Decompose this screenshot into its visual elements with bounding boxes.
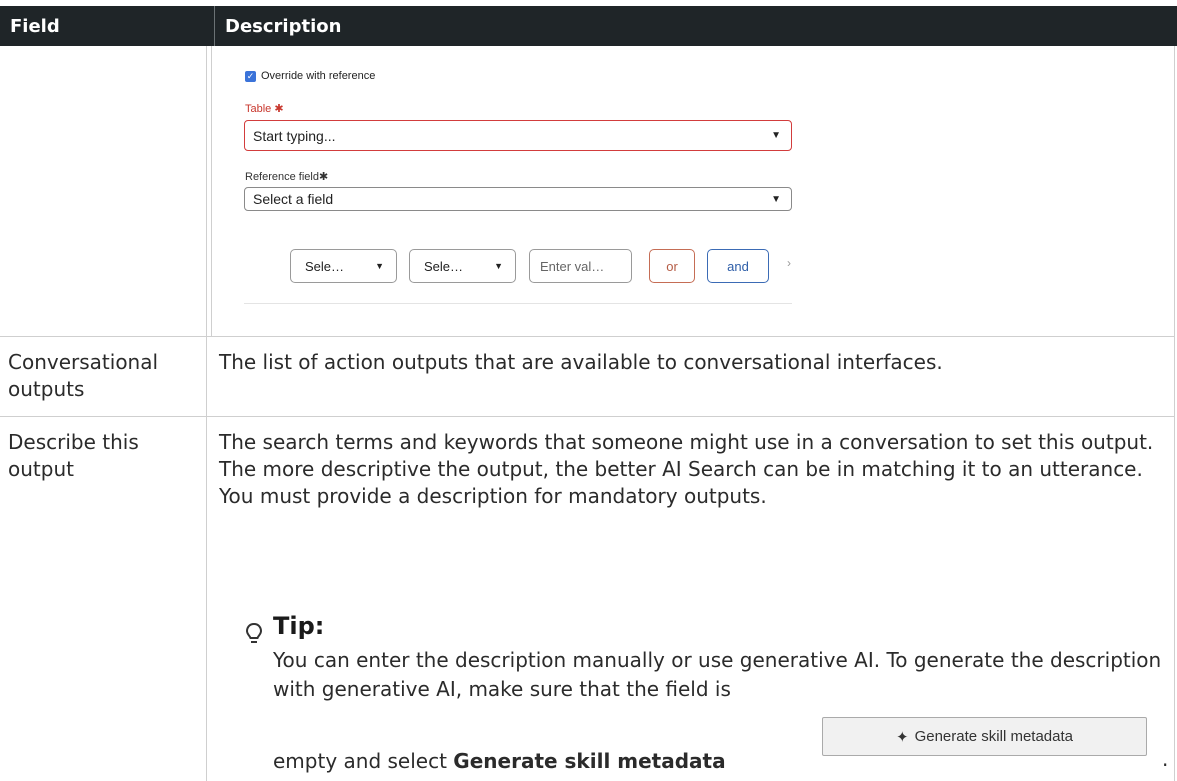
table-select: Start typing... ▼ — [244, 120, 792, 151]
lightbulb-icon — [244, 622, 264, 652]
checkbox-checked-icon: ✓ — [245, 70, 256, 82]
generate-skill-metadata-button[interactable]: ✦ Generate skill metadata — [822, 717, 1147, 756]
table-right-border — [1174, 46, 1175, 781]
tip-last-line: empty and select Generate skill metadata — [273, 749, 726, 773]
chevron-down-icon: ▼ — [771, 130, 781, 141]
field-conversational-outputs: Conversational outputs — [8, 350, 159, 401]
row-divider — [0, 416, 1175, 417]
override-label: Override with reference — [261, 70, 376, 82]
required-asterisk-icon: ✱ — [319, 171, 329, 183]
table-label: Table ✱ — [245, 103, 284, 115]
column-header-description: Description — [225, 16, 342, 37]
condition-value-input: Enter val… — [529, 249, 632, 283]
column-divider-inner — [211, 46, 212, 336]
reference-field-label: Reference field✱ — [245, 171, 329, 183]
form-bottom-rule — [244, 303, 792, 304]
override-checkbox-row: ✓ Override with reference — [245, 70, 375, 82]
description-conversational-outputs: The list of action outputs that are avai… — [219, 350, 943, 374]
required-asterisk-icon: ✱ — [274, 103, 284, 115]
or-button: or — [649, 249, 695, 283]
chevron-down-icon: ▼ — [771, 193, 781, 205]
generate-skill-metadata-emphasis: Generate skill metadata — [453, 749, 726, 773]
chevron-down-icon: ▼ — [375, 261, 384, 271]
table-header: Field Description — [0, 6, 1177, 46]
reference-placeholder: Select a field — [253, 191, 334, 207]
condition-operator-select: Sele… ▼ — [409, 249, 516, 283]
reference-field-select: Select a field ▼ — [244, 187, 792, 211]
form-screenshot: ✓ Override with reference Table ✱ Start … — [235, 60, 795, 310]
column-header-field: Field — [10, 16, 60, 37]
description-describe-this-output: The search terms and keywords that someo… — [219, 430, 1154, 508]
and-button: and — [707, 249, 769, 283]
chevron-down-icon: ▼ — [494, 261, 503, 271]
column-divider — [206, 336, 207, 781]
chevron-right-icon: › — [787, 256, 791, 270]
field-description-table: Field Description ✓ Override with refere… — [0, 0, 1177, 781]
column-divider — [206, 46, 207, 336]
sparkle-icon: ✦ — [896, 728, 909, 746]
table-placeholder: Start typing... — [253, 127, 336, 144]
tip-title: Tip: — [273, 612, 325, 640]
field-describe-this-output: Describe this output — [8, 430, 139, 481]
tip-body: You can enter the description manually o… — [273, 648, 1162, 701]
sentence-period: . — [1162, 747, 1169, 771]
header-divider — [214, 6, 215, 46]
row-divider — [0, 336, 1175, 337]
condition-field-select: Sele… ▼ — [290, 249, 397, 283]
